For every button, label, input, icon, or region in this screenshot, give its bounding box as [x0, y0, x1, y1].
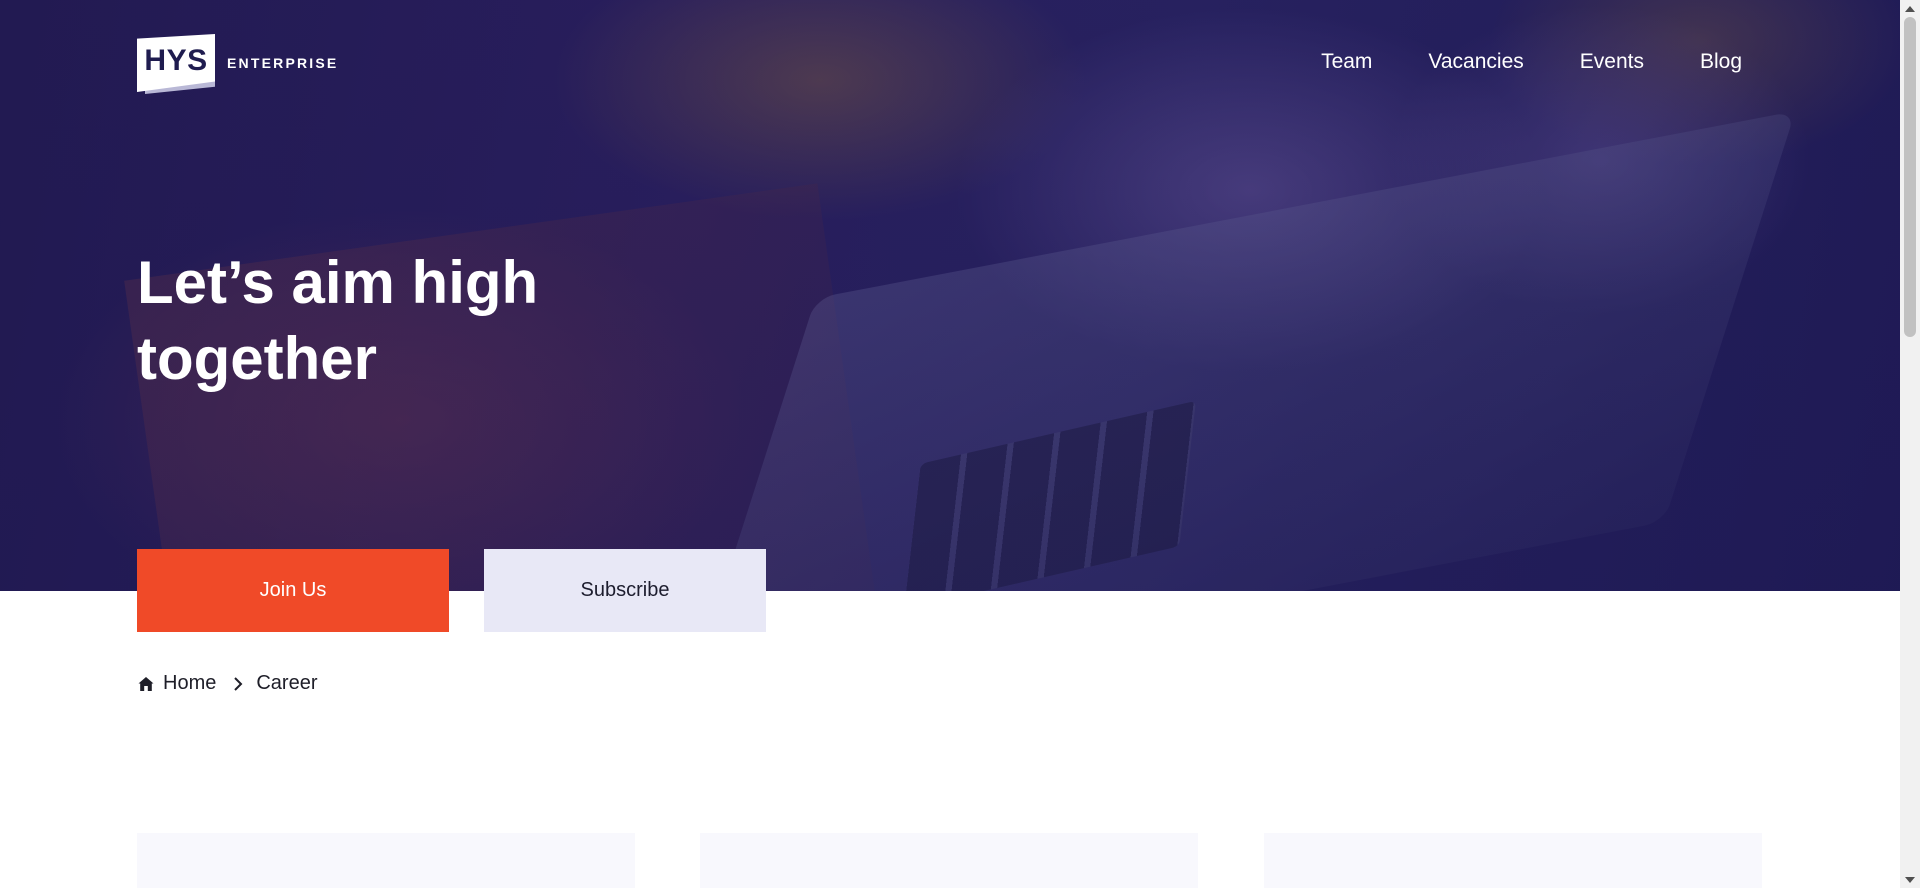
nav-item-team[interactable]: Team — [1321, 50, 1372, 74]
nav-item-events[interactable]: Events — [1580, 50, 1644, 74]
logo-wordmark: ENTERPRISE — [227, 55, 339, 71]
scroll-up-icon[interactable] — [1900, 0, 1920, 17]
main-nav: Team Vacancies Events Blog — [1321, 50, 1742, 74]
logo-mark-text: HYS — [144, 44, 208, 77]
content-card — [1264, 833, 1762, 888]
content-card — [137, 833, 635, 888]
scroll-down-icon[interactable] — [1900, 871, 1920, 888]
breadcrumb: Home Career — [137, 672, 318, 695]
content-card — [700, 833, 1198, 888]
scrollbar-thumb[interactable] — [1904, 17, 1916, 337]
home-icon — [137, 675, 155, 693]
page-scrollbar[interactable] — [1900, 0, 1920, 888]
nav-item-vacancies[interactable]: Vacancies — [1428, 50, 1523, 74]
hero-banner: HYS ENTERPRISE Team Vacancies Events Blo… — [0, 0, 1900, 591]
breadcrumb-item-home[interactable]: Home — [163, 672, 216, 695]
chevron-right-icon — [232, 676, 244, 692]
page: HYS ENTERPRISE Team Vacancies Events Blo… — [0, 0, 1920, 888]
subscribe-button[interactable]: Subscribe — [484, 549, 766, 632]
site-logo[interactable]: HYS ENTERPRISE — [137, 34, 339, 94]
breadcrumb-item-career: Career — [256, 672, 318, 694]
nav-item-blog[interactable]: Blog — [1700, 50, 1742, 74]
logo-mark: HYS — [137, 34, 215, 94]
join-us-button[interactable]: Join Us — [137, 549, 449, 632]
hero-headline: Let’s aim high together — [137, 249, 539, 392]
